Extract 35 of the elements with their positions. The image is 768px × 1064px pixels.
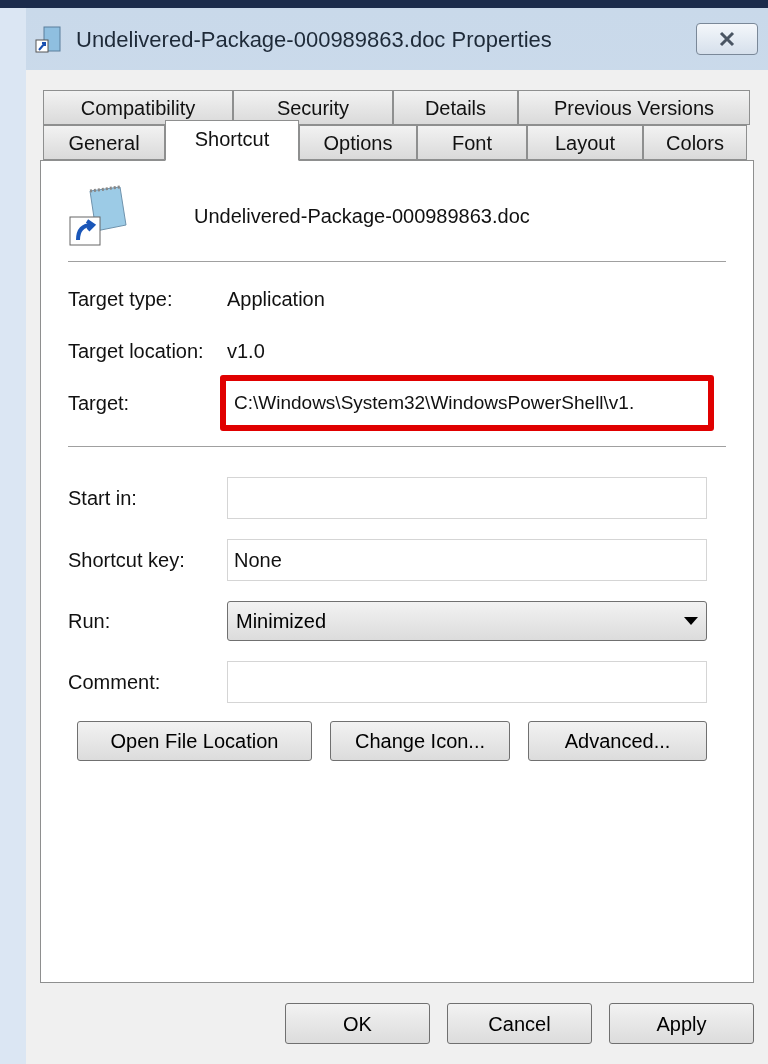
text-field[interactable] [227,661,707,703]
tab[interactable]: Details [393,90,518,125]
close-button[interactable] [696,23,758,55]
field-label: Run: [68,609,112,634]
field-value: Application [227,287,325,312]
action-button[interactable]: Open File Location [77,721,312,761]
action-button[interactable]: Advanced... [528,721,707,761]
field-label: Target type: [68,287,174,312]
tab[interactable]: Previous Versions [518,90,750,125]
tab[interactable]: Security [233,90,393,125]
field-label: Target location: [68,339,205,364]
tab[interactable]: Shortcut [165,120,299,161]
field-value: v1.0 [227,339,265,364]
run-dropdown[interactable]: Minimized [227,601,707,641]
text-field[interactable]: None [227,539,707,581]
tab[interactable]: General [43,125,165,160]
tab[interactable]: Options [299,125,417,160]
file-name: Undelivered-Package-000989863.doc [194,204,530,229]
tab[interactable]: Layout [527,125,643,160]
field-label: Start in: [68,486,138,511]
window-title: Undelivered-Package-000989863.doc Properties [76,25,552,54]
action-button[interactable]: Change Icon... [330,721,510,761]
tab[interactable]: Compatibility [43,90,233,125]
tab[interactable]: Font [417,125,527,160]
dialog-button[interactable]: Cancel [447,1003,592,1044]
dialog-button[interactable]: OK [285,1003,430,1044]
field-label: Comment: [68,670,162,695]
dropdown-arrow-icon [684,617,698,625]
field-label: Shortcut key: [68,548,186,573]
dialog-button[interactable]: Apply [609,1003,754,1044]
close-icon [717,31,737,47]
field-label: Target: [68,391,131,416]
target-field[interactable]: C:\Windows\System32\WindowsPowerShell\v1. [220,375,714,431]
tab[interactable]: Colors [643,125,747,160]
text-field[interactable] [227,477,707,519]
